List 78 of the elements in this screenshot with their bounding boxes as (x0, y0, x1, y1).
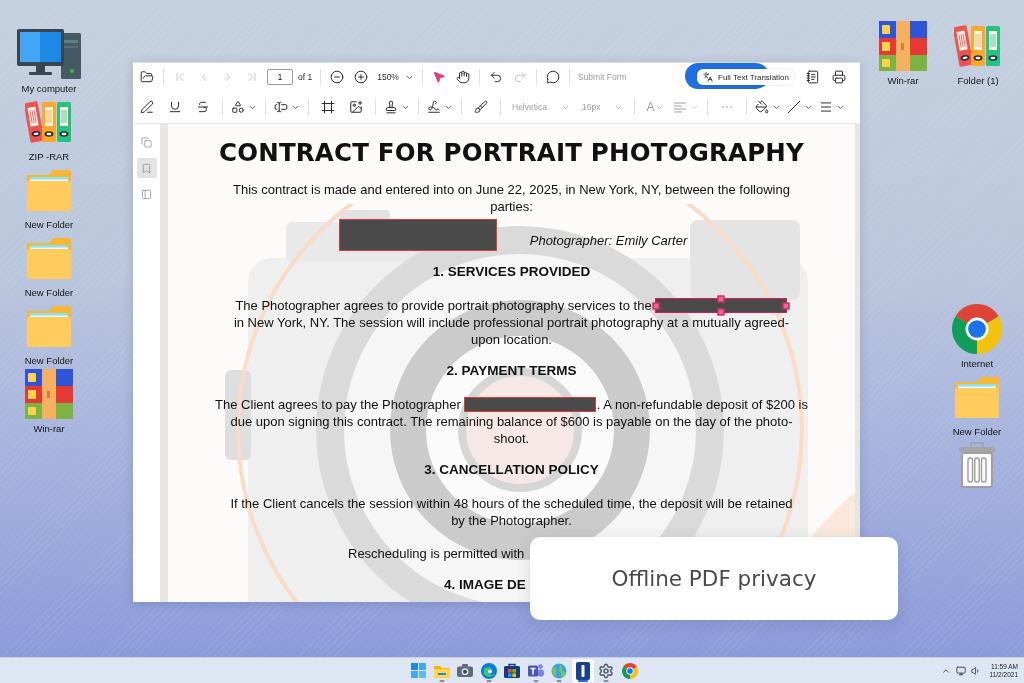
camera-icon (457, 664, 473, 677)
desktop-icon-label[interactable]: New Folder (24, 219, 74, 231)
contract-text: in New York, NY. The session will include professional portrait photography at a mutually agreed-upon location. (232, 314, 791, 348)
document-title: CONTRACT FOR PORTRAIT PHOTOGRAPHY (218, 138, 804, 168)
display-icon[interactable] (955, 665, 966, 676)
globe-icon (551, 662, 567, 679)
desktop-icon-label[interactable]: New Folder (952, 426, 1002, 438)
binders-icon[interactable] (954, 22, 1002, 70)
frame-icon[interactable] (321, 100, 335, 114)
folder-icon (433, 663, 450, 678)
fill-icon[interactable] (755, 100, 770, 114)
redaction-box[interactable] (654, 298, 787, 313)
contract-text: . A non-refundable deposit of $200 is (596, 397, 808, 412)
binders-icon[interactable] (25, 98, 73, 146)
swirl-icon (480, 662, 497, 679)
taskbar-button[interactable] (571, 658, 594, 683)
pages-icon (141, 136, 152, 148)
print-icon[interactable] (832, 70, 846, 84)
desktop-icon-label[interactable]: Folder (1) (957, 75, 999, 87)
translation-button[interactable]: Full Text Translation (697, 69, 794, 85)
translate-icon (703, 72, 713, 82)
contract-text: The Photographer agrees to provide portrait photography services to the (235, 298, 652, 313)
section-heading: 1. SERVICES PROVIDED (432, 263, 591, 280)
shopping-bag-icon (504, 663, 520, 678)
people-icon (527, 663, 544, 678)
contract-paragraph: If the Client cancels the session within 48 hours of the scheduled time, the deposit will be retained by the Photographer. (229, 495, 794, 529)
section-heading: 3. CANCELLATION POLICY (424, 461, 599, 478)
signature-icon[interactable] (427, 100, 441, 114)
desktop-icon-label[interactable]: My computer (21, 83, 77, 95)
image-plus-icon[interactable] (349, 100, 363, 114)
underline-icon[interactable] (168, 100, 182, 114)
document-icon[interactable] (806, 70, 820, 84)
line-icon[interactable] (787, 100, 802, 114)
shapes-icon[interactable] (231, 100, 245, 114)
books-icon[interactable] (25, 369, 73, 419)
party-text: Photographer: Emily Carter (529, 232, 688, 248)
brush-icon[interactable] (474, 100, 488, 114)
pointer-icon[interactable] (431, 70, 446, 84)
trash-icon[interactable] (957, 442, 997, 488)
contract-paragraph: This contract is made and entered into on June 22, 2025, in New York, NY, between the following parties: (232, 181, 791, 215)
pen-icon[interactable] (140, 100, 154, 114)
caption-text: Offline PDF privacy (611, 566, 817, 591)
resize-handle[interactable] (652, 302, 660, 309)
settings-icon (598, 662, 614, 679)
line-weight-icon[interactable] (819, 100, 834, 114)
text-field-icon[interactable] (274, 100, 288, 114)
bookmark-icon (141, 162, 152, 174)
computer-icon[interactable] (16, 28, 82, 80)
contract-paragraph: Rescheduling is permitted with (348, 545, 525, 562)
start-icon[interactable] (410, 663, 426, 678)
volume-icon[interactable] (970, 665, 981, 676)
section-heading: 2. PAYMENT TERMS (446, 362, 577, 379)
app-icon (575, 661, 590, 680)
hand-icon[interactable] (455, 70, 470, 84)
stamp-icon[interactable] (384, 100, 398, 114)
strikethrough-icon[interactable] (196, 100, 210, 114)
undo-icon[interactable] (488, 70, 503, 84)
page-number-field[interactable]: 1 (267, 69, 293, 85)
zoom-out-icon[interactable] (330, 70, 345, 84)
browser-icon (621, 662, 638, 679)
desktop-icon-label[interactable]: Win-rar (887, 75, 919, 87)
books-icon[interactable] (879, 21, 927, 71)
section-heading: 4. IMAGE DE (444, 576, 526, 593)
desktop-icon-label[interactable]: New Folder (24, 355, 74, 367)
contract-text: The Client agrees to pay the Photographer (215, 397, 461, 412)
desktop-icon-label[interactable]: ZIP -RAR (28, 151, 70, 163)
resize-handle[interactable] (782, 302, 790, 309)
page-count-text: of 1 (297, 72, 314, 82)
desktop-icon-label[interactable]: New Folder (24, 287, 74, 299)
open-folder-icon[interactable] (140, 70, 154, 84)
panel-icon (141, 188, 152, 200)
contract-text: due upon signing this contract. The remaining balance of $600 is payable on the day of the photo-shoot. (229, 413, 794, 447)
browser-icon[interactable] (952, 304, 1002, 354)
desktop-icon-label[interactable]: Internet (960, 358, 994, 370)
zoom-select[interactable]: 150% (374, 67, 417, 87)
desktop-icon-label[interactable]: Win-rar (33, 423, 65, 435)
comment-icon[interactable] (545, 70, 560, 84)
zoom-in-icon[interactable] (354, 70, 369, 84)
